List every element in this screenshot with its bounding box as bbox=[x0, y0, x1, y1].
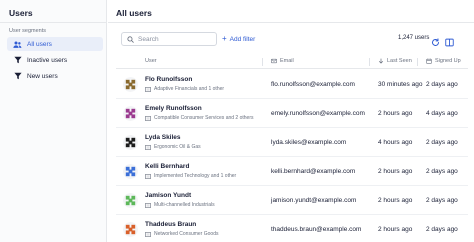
refresh-icon[interactable] bbox=[431, 34, 440, 46]
building-icon bbox=[145, 202, 151, 208]
avatar bbox=[123, 77, 138, 92]
segments-section-label: User segments bbox=[9, 28, 46, 34]
app-window: Users User segments All users Inactive u… bbox=[0, 0, 474, 242]
avatar bbox=[123, 135, 138, 150]
divider bbox=[0, 22, 107, 23]
segment-label: New users bbox=[27, 72, 58, 80]
user-count: 1,247 users bbox=[398, 35, 430, 41]
user-email: thaddeus.braun@example.com bbox=[271, 226, 362, 233]
user-name: Flo Runolfsson bbox=[145, 76, 193, 83]
last-seen: 2 hours ago bbox=[378, 110, 413, 117]
user-company: Networked Consumer Goods bbox=[145, 231, 218, 237]
user-email: flo.runolfsson@example.com bbox=[271, 81, 355, 88]
user-name: Kelli Bernhard bbox=[145, 163, 190, 170]
divider bbox=[108, 22, 474, 23]
last-seen: 30 minutes ago bbox=[378, 81, 423, 88]
building-icon bbox=[145, 86, 151, 92]
sidebar: Users User segments All users Inactive u… bbox=[0, 0, 107, 242]
columns-icon[interactable] bbox=[445, 34, 454, 47]
user-company: Adaptive Financials and 1 other bbox=[145, 86, 224, 92]
user-name: Jamison Yundt bbox=[145, 192, 192, 199]
search-icon bbox=[127, 30, 134, 48]
table-row[interactable]: Kelli Bernhard Implemented Technology and… bbox=[116, 157, 468, 186]
signed-up: 2 days ago bbox=[426, 226, 458, 233]
table-row[interactable]: Thaddeus Braun Networked Consumer Goods th… bbox=[116, 215, 468, 242]
mail-icon bbox=[271, 58, 277, 64]
segment-label: All users bbox=[27, 40, 52, 48]
arrow-down-icon bbox=[378, 58, 384, 64]
user-company: Implemented Technology and 1 other bbox=[145, 173, 236, 179]
last-seen: 4 hours ago bbox=[378, 139, 413, 146]
column-header-email[interactable]: Email bbox=[271, 58, 294, 64]
signed-up: 2 days ago bbox=[426, 139, 458, 146]
table-row[interactable]: Emely Runolfsson Compatible Consumer Serv… bbox=[116, 99, 468, 128]
last-seen: 2 hours ago bbox=[378, 226, 413, 233]
table-row[interactable]: Jamison Yundt Multi-channelled Industrial… bbox=[116, 186, 468, 215]
segment-inactive-users[interactable]: Inactive users bbox=[7, 53, 103, 67]
column-header-signed-up[interactable]: Signed Up bbox=[426, 58, 461, 64]
table-header: User Email Last Seen Signed Up bbox=[116, 55, 468, 69]
user-company: Multi-channelled Industrials bbox=[145, 202, 215, 208]
add-filter-label: Add filter bbox=[229, 35, 256, 43]
avatar bbox=[123, 222, 138, 237]
avatar bbox=[123, 164, 138, 179]
user-name: Thaddeus Braun bbox=[145, 221, 197, 228]
signed-up: 2 days ago bbox=[426, 168, 458, 175]
last-seen: 2 hours ago bbox=[378, 168, 413, 175]
column-separator bbox=[417, 58, 418, 66]
user-email: kelli.bernhard@example.com bbox=[271, 168, 356, 175]
search-input[interactable] bbox=[138, 35, 216, 43]
table-row[interactable]: Flo Runolfsson Adaptive Financials and 1 … bbox=[116, 70, 468, 99]
search-field[interactable] bbox=[121, 32, 217, 46]
avatar bbox=[123, 193, 138, 208]
column-header-last-seen[interactable]: Last Seen bbox=[378, 58, 412, 64]
users-icon bbox=[13, 40, 22, 49]
column-header-user[interactable]: User bbox=[145, 58, 157, 64]
main-panel: All users + Add filter 1,247 users User bbox=[108, 0, 474, 242]
filter-icon bbox=[13, 56, 22, 65]
signed-up: 4 days ago bbox=[426, 110, 458, 117]
column-separator bbox=[262, 58, 263, 66]
segment-new-users[interactable]: New users bbox=[7, 69, 103, 83]
user-company: Ergonomic Oil & Gas bbox=[145, 144, 201, 150]
column-separator bbox=[369, 58, 370, 66]
sidebar-title: Users bbox=[9, 8, 33, 18]
plus-icon: + bbox=[222, 34, 227, 43]
user-email: jamison.yundt@example.com bbox=[271, 197, 357, 204]
segment-all-users[interactable]: All users bbox=[7, 37, 103, 51]
table-row[interactable]: Lyda Skiles Ergonomic Oil & Gas lyda.skile… bbox=[116, 128, 468, 157]
segment-label: Inactive users bbox=[27, 56, 68, 64]
last-seen: 2 hours ago bbox=[378, 197, 413, 204]
signed-up: 2 days ago bbox=[426, 81, 458, 88]
user-email: lyda.skiles@example.com bbox=[271, 139, 347, 146]
signed-up: 2 days ago bbox=[426, 197, 458, 204]
page-title: All users bbox=[116, 8, 152, 18]
building-icon bbox=[145, 231, 151, 237]
building-icon bbox=[145, 173, 151, 179]
user-email: emely.runolfsson@example.com bbox=[271, 110, 365, 117]
user-name: Lyda Skiles bbox=[145, 134, 181, 141]
avatar bbox=[123, 106, 138, 121]
building-icon bbox=[145, 115, 151, 121]
user-name: Emely Runolfsson bbox=[145, 105, 202, 112]
calendar-icon bbox=[426, 58, 432, 64]
building-icon bbox=[145, 144, 151, 150]
filter-icon bbox=[13, 72, 22, 81]
add-filter-button[interactable]: + Add filter bbox=[222, 34, 255, 44]
user-company: Compatible Consumer Services and 2 other… bbox=[145, 115, 254, 121]
